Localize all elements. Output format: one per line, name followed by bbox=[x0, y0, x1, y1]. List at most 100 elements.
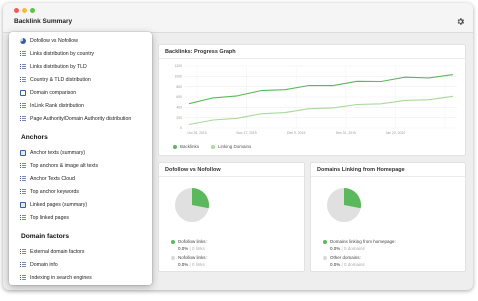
stat-value: 0.0% bbox=[330, 246, 341, 251]
stat-sub: | 0 links bbox=[189, 246, 205, 251]
dofollow-stat: Dofollow links: 0.0% | 0 links bbox=[171, 239, 207, 251]
menu-item-links-by-tld[interactable]: Links distribution by TLD bbox=[9, 60, 152, 73]
stat-value: 0.0% bbox=[178, 262, 189, 267]
legend-dot-icon bbox=[211, 144, 216, 149]
close-window-button[interactable] bbox=[14, 8, 19, 13]
menu-item-domain-comparison[interactable]: Domain comparison bbox=[9, 86, 152, 99]
legend-label: Linking Domains bbox=[218, 144, 252, 149]
report-dropdown-menu: Dofollow vs Nofollow Links distribution … bbox=[9, 32, 152, 285]
stat-label: Nofollow links: bbox=[178, 255, 207, 260]
menu-item-label: Domain info bbox=[30, 261, 58, 268]
menu-item-external-domain-factors[interactable]: External domain factors bbox=[9, 245, 152, 258]
stat-sub: | 0 domains bbox=[341, 262, 365, 267]
anchors-heading: Anchors bbox=[21, 134, 48, 141]
series-line-backlinks bbox=[188, 74, 454, 105]
progress-graph-title: Backlinks: Progress Graph bbox=[159, 45, 465, 59]
menu-item-domain-info[interactable]: Domain info bbox=[9, 258, 152, 271]
menu-item-label: Dofollow vs Nofollow bbox=[30, 37, 78, 44]
dofollow-card: Dofollow vs Nofollow Dofollow links: 0.0… bbox=[158, 162, 305, 272]
menu-item-label: Linked pages (summary) bbox=[30, 201, 88, 208]
pie-accent-slice bbox=[344, 188, 362, 209]
domain-factors-heading: Domain factors bbox=[21, 233, 69, 240]
homepage-domains-pie-chart bbox=[327, 188, 362, 222]
list-icon bbox=[20, 115, 26, 122]
menu-item-top-linked-pages[interactable]: Top linked pages bbox=[9, 211, 152, 224]
menu-item-label: Anchor Texts Cloud bbox=[30, 175, 75, 182]
document-icon bbox=[20, 89, 26, 96]
menu-item-label: Links distribution by country bbox=[30, 50, 95, 57]
x-tick-label: Dec 31, 2019 bbox=[336, 131, 356, 135]
green-dot-icon bbox=[171, 239, 175, 244]
list-icon bbox=[20, 63, 26, 70]
pie-accent-slice bbox=[192, 188, 210, 209]
title-bar: Backlink Summary bbox=[3, 3, 473, 33]
list-icon bbox=[20, 214, 26, 221]
menu-item-label: Links distribution by TLD bbox=[30, 63, 87, 70]
dofollow-title: Dofollow vs Nofollow bbox=[159, 163, 304, 177]
list-icon bbox=[20, 188, 26, 195]
legend-dot-icon bbox=[173, 144, 177, 149]
window-title[interactable]: Backlink Summary bbox=[14, 18, 72, 25]
green-dot-icon bbox=[323, 239, 327, 244]
menu-item-label: Top anchor keywords bbox=[30, 188, 80, 195]
menu-item-top-anchor-keywords[interactable]: Top anchor keywords bbox=[9, 185, 152, 198]
maximize-window-button[interactable] bbox=[30, 8, 35, 13]
other-domains-stat: Other domains: 0.0% | 0 domains bbox=[323, 255, 365, 267]
menu-item-anchor-texts-summary[interactable]: Anchor texts (summary) bbox=[9, 146, 152, 159]
x-tick-label: Jan 22, 2020 bbox=[386, 131, 406, 135]
list-icon bbox=[20, 274, 26, 281]
gray-dot-icon bbox=[171, 255, 175, 260]
list-icon bbox=[20, 175, 26, 182]
x-tick-label: Oct 26, 2019 bbox=[187, 131, 207, 135]
list-icon bbox=[20, 248, 26, 255]
y-tick-label: 1000 bbox=[174, 75, 182, 79]
dofollow-pie-chart bbox=[175, 188, 210, 222]
menu-item-indexing[interactable]: Indexing in search engines bbox=[9, 271, 152, 284]
gear-icon[interactable] bbox=[456, 17, 465, 26]
minimize-window-button[interactable] bbox=[22, 8, 27, 13]
y-tick-label: 600 bbox=[176, 95, 182, 99]
legend-linking-domains[interactable]: Linking Domains bbox=[211, 144, 251, 149]
menu-item-anchor-cloud[interactable]: Anchor Texts Cloud bbox=[9, 172, 152, 185]
summary-icon bbox=[20, 201, 26, 208]
menu-item-linked-pages-summary[interactable]: Linked pages (summary) bbox=[9, 198, 152, 211]
menu-item-country-tld[interactable]: Country & TLD distribution bbox=[9, 73, 152, 86]
menu-item-pa-da[interactable]: Page Authority/Domain Authority distribu… bbox=[9, 112, 152, 125]
homepage-domains-stat: Domains linking from homepage: 0.0% | 0 … bbox=[323, 239, 396, 251]
nofollow-stat: Nofollow links: 0.0% | 0 links bbox=[171, 255, 207, 267]
menu-item-inlink-rank[interactable]: InLink Rank distribution bbox=[9, 99, 152, 112]
menu-item-label: Top anchors & image alt texts bbox=[30, 162, 99, 169]
menu-item-links-by-country[interactable]: Links distribution by country bbox=[9, 47, 152, 60]
legend-backlinks[interactable]: Backlinks bbox=[173, 144, 199, 149]
summary-icon bbox=[20, 149, 26, 156]
y-tick-label: 200 bbox=[176, 116, 182, 120]
homepage-domains-card: Domains Linking from Homepage Domains li… bbox=[310, 162, 466, 272]
menu-item-label: Country & TLD distribution bbox=[30, 76, 91, 83]
stat-sub: | 0 links bbox=[189, 262, 205, 267]
menu-item-label: Top linked pages bbox=[30, 214, 69, 221]
menu-item-label: Domain comparison bbox=[30, 89, 77, 96]
menu-item-top-anchors[interactable]: Top anchors & image alt texts bbox=[9, 159, 152, 172]
y-tick-label: 0 bbox=[180, 126, 182, 130]
x-tick-label: Dec 9, 2019 bbox=[287, 131, 305, 135]
homepage-domains-title: Domains Linking from Homepage bbox=[311, 163, 465, 177]
progress-line-chart: 1200 1000 800 600 400 200 0 Oct 26, 2019 Nov 17,… bbox=[174, 64, 457, 135]
stat-sub: | 0 domains bbox=[341, 246, 365, 251]
list-icon bbox=[20, 162, 26, 169]
stat-value: 0.0% bbox=[178, 246, 189, 251]
y-tick-label: 400 bbox=[176, 106, 182, 110]
menu-item-label: Anchor texts (summary) bbox=[30, 149, 86, 156]
chart-legend: Backlinks Linking Domains bbox=[173, 144, 251, 149]
menu-item-dofollow-vs-nofollow[interactable]: Dofollow vs Nofollow bbox=[9, 34, 152, 47]
legend-label: Backlinks bbox=[180, 144, 200, 149]
y-tick-label: 800 bbox=[176, 85, 182, 89]
list-icon bbox=[20, 76, 26, 83]
progress-graph-card: Backlinks: Progress Graph 1200 1000 800 600… bbox=[158, 44, 466, 156]
list-icon bbox=[20, 50, 26, 57]
list-icon bbox=[20, 261, 26, 268]
series-line-linking-domains bbox=[188, 95, 454, 126]
stat-label: Other domains: bbox=[330, 255, 361, 260]
stat-label: Domains linking from homepage: bbox=[330, 239, 396, 244]
stat-label: Dofollow links: bbox=[178, 239, 207, 244]
stat-value: 0.0% bbox=[330, 262, 341, 267]
